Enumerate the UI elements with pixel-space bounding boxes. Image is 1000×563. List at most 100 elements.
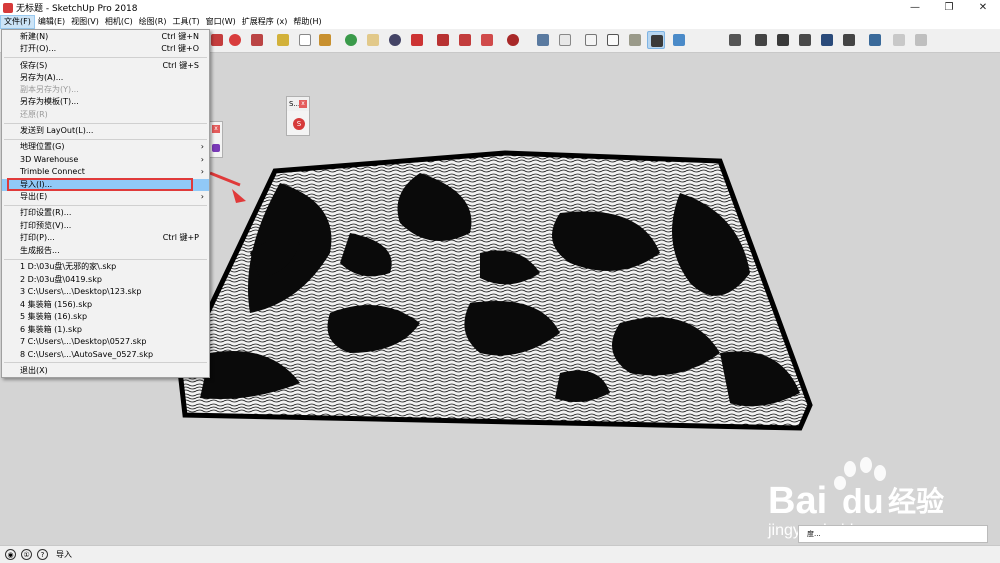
submenu-arrow-icon: › bbox=[200, 167, 204, 176]
wireframe-style-icon[interactable] bbox=[604, 31, 622, 49]
recent-file-8[interactable]: 8 C:\Users\...\AutoSave_0527.skp bbox=[2, 349, 209, 361]
menu-3d-warehouse[interactable]: 3D Warehouse › bbox=[2, 154, 209, 166]
purple-panel-icon[interactable] bbox=[212, 144, 220, 152]
recent-file-2[interactable]: 2 D:\03u盘\0419.skp bbox=[2, 274, 209, 286]
shaded-style-icon[interactable] bbox=[647, 31, 665, 49]
menu-print-setup[interactable]: 打印设置(R)... bbox=[2, 207, 209, 219]
watermark-cn: 经验 bbox=[888, 485, 944, 518]
menu-open[interactable]: 打开(O)... Ctrl 键+O bbox=[2, 43, 209, 55]
menu-file[interactable]: 文件(F) bbox=[0, 15, 35, 29]
menu-exit[interactable]: 退出(X) bbox=[2, 365, 209, 377]
recent-file-6[interactable]: 6 集装箱 (1).skp bbox=[2, 324, 209, 336]
menu-window[interactable]: 窗口(W) bbox=[203, 15, 239, 29]
highlight-box bbox=[7, 178, 193, 191]
geo-location-icon[interactable]: ◉ bbox=[5, 549, 16, 560]
menu-separator bbox=[4, 139, 207, 140]
menu-separator bbox=[4, 362, 207, 363]
share-model-icon[interactable] bbox=[456, 31, 474, 49]
menu-generate-report[interactable]: 生成报告... bbox=[2, 245, 209, 257]
credits-icon[interactable]: ① bbox=[21, 549, 32, 560]
menu-revert[interactable]: 还原(R) bbox=[2, 109, 209, 121]
menu-view[interactable]: 视图(V) bbox=[68, 15, 102, 29]
menu-save[interactable]: 保存(S) Ctrl 键+S bbox=[2, 60, 209, 72]
submenu-arrow-icon: › bbox=[200, 142, 204, 151]
menu-separator bbox=[4, 205, 207, 206]
minimize-button[interactable]: — bbox=[898, 0, 932, 15]
zoom-icon[interactable] bbox=[386, 31, 404, 49]
shaded-textures-icon[interactable] bbox=[670, 31, 688, 49]
menu-tools[interactable]: 工具(T) bbox=[170, 15, 203, 29]
zoom-extents-icon[interactable] bbox=[408, 31, 426, 49]
text-tool-icon[interactable] bbox=[296, 31, 314, 49]
paint-bucket-icon[interactable] bbox=[316, 31, 334, 49]
watermark-brand: Bai bbox=[768, 480, 827, 522]
flip-edge-icon[interactable] bbox=[890, 31, 908, 49]
menu-export[interactable]: 导出(E) › bbox=[2, 191, 209, 203]
orbit-icon[interactable] bbox=[342, 31, 360, 49]
menu-help[interactable]: 帮助(H) bbox=[290, 15, 324, 29]
pan-icon[interactable] bbox=[364, 31, 382, 49]
menu-extensions[interactable]: 扩展程序 (x) bbox=[239, 15, 291, 29]
menu-camera[interactable]: 相机(C) bbox=[102, 15, 136, 29]
submenu-arrow-icon: › bbox=[200, 155, 204, 164]
layout-icon[interactable] bbox=[504, 31, 522, 49]
download-icon[interactable] bbox=[912, 31, 930, 49]
maximize-button[interactable]: ❐ bbox=[932, 0, 966, 15]
push-pull-tool-icon[interactable] bbox=[208, 31, 226, 49]
menu-print-preview[interactable]: 打印预览(V)... bbox=[2, 220, 209, 232]
recent-file-7[interactable]: 7 C:\Users\...\Desktop\0527.skp bbox=[2, 336, 209, 348]
tape-measure-icon[interactable] bbox=[274, 31, 292, 49]
measurements-box[interactable]: 度... bbox=[798, 525, 988, 543]
stamp-icon[interactable] bbox=[796, 31, 814, 49]
recent-file-3[interactable]: 3 C:\Users\...\Desktop\123.skp bbox=[2, 286, 209, 298]
menu-separator bbox=[4, 123, 207, 124]
add-detail-icon[interactable] bbox=[840, 31, 858, 49]
extension-warehouse-icon[interactable] bbox=[478, 31, 496, 49]
partial-panel: x bbox=[209, 121, 223, 158]
menu-save-as[interactable]: 另存为(A)... bbox=[2, 72, 209, 84]
menu-edit[interactable]: 编辑(E) bbox=[35, 15, 68, 29]
recent-file-4[interactable]: 4 集装箱 (156).skp bbox=[2, 299, 209, 311]
watermark-brand2: du bbox=[842, 483, 884, 521]
status-bar: ◉ ① ? 导入 bbox=[0, 545, 1000, 563]
sketchup-icon bbox=[3, 2, 13, 13]
hidden-line-style-icon[interactable] bbox=[626, 31, 644, 49]
menu-print[interactable]: 打印(P)... Ctrl 键+P bbox=[2, 232, 209, 244]
partial-panel-close-button[interactable]: x bbox=[212, 125, 220, 133]
menu-new[interactable]: 新建(N) Ctrl 键+N bbox=[2, 31, 209, 43]
sandbox-from-scratch-icon[interactable] bbox=[752, 31, 770, 49]
submenu-arrow-icon: › bbox=[200, 192, 204, 201]
close-button[interactable]: ✕ bbox=[966, 0, 1000, 15]
help-icon[interactable]: ? bbox=[37, 549, 48, 560]
xray-style-icon[interactable] bbox=[582, 31, 600, 49]
iso-view-icon[interactable] bbox=[534, 31, 552, 49]
sketchup-window: 无标题 - SketchUp Pro 2018 — ❐ ✕ 文件(F) 编辑(E… bbox=[0, 0, 1000, 563]
sketchup-panel: S... x S bbox=[286, 96, 310, 136]
menu-separator bbox=[4, 57, 207, 58]
sandbox-from-contours-icon[interactable] bbox=[726, 31, 744, 49]
menu-send-to-layout[interactable]: 发送到 LayOut(L)... bbox=[2, 125, 209, 137]
window-title: 无标题 - SketchUp Pro 2018 bbox=[16, 4, 138, 14]
title-bar: 无标题 - SketchUp Pro 2018 — ❐ ✕ bbox=[0, 0, 1000, 15]
menu-separator bbox=[4, 259, 207, 260]
menu-bar: 文件(F) 编辑(E) 视图(V) 相机(C) 绘图(R) 工具(T) 窗口(W… bbox=[0, 15, 1000, 29]
top-view-icon[interactable] bbox=[556, 31, 574, 49]
menu-draw[interactable]: 绘图(R) bbox=[136, 15, 170, 29]
smoove-icon[interactable] bbox=[774, 31, 792, 49]
status-text: 导入 bbox=[56, 550, 72, 559]
scale-tool-icon[interactable] bbox=[248, 31, 266, 49]
recent-file-5[interactable]: 5 集装箱 (16).skp bbox=[2, 311, 209, 323]
file-menu-dropdown: 新建(N) Ctrl 键+N 打开(O)... Ctrl 键+O 保存(S) Ctrl… bbox=[1, 29, 210, 378]
menu-save-copy-as[interactable]: 副本另存为(Y)... bbox=[2, 84, 209, 96]
sketchup-logo-icon[interactable]: S bbox=[293, 118, 305, 130]
recent-file-1[interactable]: 1 D:\03u盘\无邪的家\.skp bbox=[2, 261, 209, 273]
menu-save-as-template[interactable]: 另存为模板(T)... bbox=[2, 96, 209, 108]
menu-trimble-connect[interactable]: Trimble Connect › bbox=[2, 166, 209, 178]
warehouse-icon[interactable] bbox=[434, 31, 452, 49]
annotation-arrow bbox=[209, 171, 241, 187]
rotate-tool-icon[interactable] bbox=[226, 31, 244, 49]
menu-geo-location[interactable]: 地理位置(G) › bbox=[2, 141, 209, 153]
panel-close-button[interactable]: x bbox=[299, 100, 307, 108]
drape-icon[interactable] bbox=[818, 31, 836, 49]
photo-texture-icon[interactable] bbox=[866, 31, 884, 49]
